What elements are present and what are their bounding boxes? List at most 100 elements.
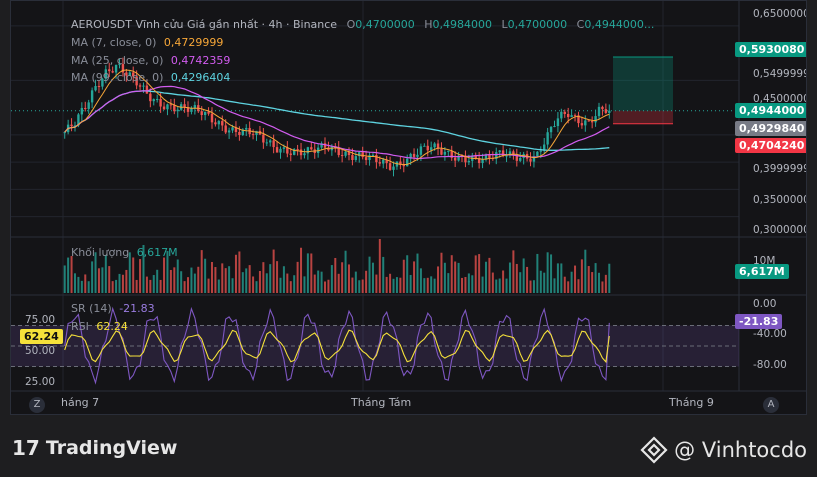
candle-body [382, 159, 385, 164]
candle-body [443, 151, 447, 155]
volume-bar [426, 277, 429, 293]
ohlc-l-value: 0,4700000 [507, 18, 568, 31]
candle-body [549, 126, 553, 133]
candle-body [296, 149, 299, 151]
candle-body [265, 142, 268, 144]
candle-body [354, 156, 358, 161]
volume-bar [461, 277, 464, 293]
volume-bar [437, 266, 440, 293]
volume-bar [313, 274, 316, 293]
volume-bar [334, 257, 337, 293]
chart-area[interactable]: AEROUSDT Vĩnh cửu Giá gần nhất · 4h · Bi… [10, 0, 807, 415]
volume-bar [207, 278, 210, 293]
rsi-tick: 25.00 [25, 376, 56, 388]
entry-price-label: 0,4929840 [735, 121, 806, 136]
volume-bar [440, 252, 443, 293]
volume-bar [484, 261, 487, 293]
volume-bar [63, 265, 66, 293]
volume-bar [173, 267, 176, 293]
candle-body [207, 111, 210, 114]
volume-bar [515, 263, 518, 293]
candle-body [498, 150, 501, 153]
candle-body [231, 127, 234, 131]
candle-body [340, 155, 344, 157]
tradingview-logo[interactable]: 17 TradingView [12, 436, 177, 460]
volume-bar [108, 266, 111, 293]
volume-bar [293, 275, 296, 293]
ma99-legend[interactable]: MA (99, close, 0) 0,4296404 [71, 71, 230, 84]
ma25-legend[interactable]: MA (25, close, 0) 0,4742359 [71, 54, 230, 67]
ma7-value: 0,4729999 [163, 36, 224, 49]
volume-bar [111, 281, 114, 293]
volume-bar [327, 279, 330, 293]
last-price-label: 0,4944000 [735, 103, 806, 118]
volume-bar [330, 265, 333, 293]
candle-body [536, 151, 539, 157]
volume-bar [183, 281, 186, 293]
volume-bar [337, 273, 340, 293]
candle-body [590, 121, 594, 123]
candle-body [375, 154, 378, 163]
volume-bar [279, 277, 282, 293]
volume-bar [416, 253, 419, 293]
candle-body [412, 153, 416, 157]
rsi-tick: 50.00 [25, 345, 56, 357]
volume-bar [245, 268, 248, 293]
volume-bar [567, 281, 570, 293]
candle-body [173, 105, 176, 112]
price-tick: 0,3999999 [753, 163, 807, 175]
stop-loss-zone [613, 110, 673, 124]
volume-bar [351, 277, 354, 293]
volume-bar [289, 281, 292, 293]
volume-bar [550, 254, 553, 293]
ma7-legend[interactable]: MA (7, close, 0) 0,4729999 [71, 36, 223, 49]
volume-bar [539, 270, 542, 293]
price-tick: 0,3000000 [753, 224, 807, 236]
candle-body [70, 124, 73, 127]
candle-body [217, 121, 221, 125]
candle-body [275, 147, 279, 153]
volume-label: Khối lượng [71, 246, 130, 259]
candle-body [214, 122, 217, 125]
volume-bar [135, 279, 138, 293]
volume-bar [344, 250, 347, 293]
candle-body [310, 147, 313, 150]
volume-bar [478, 254, 481, 293]
candle-body [378, 162, 382, 164]
volume-bar [180, 271, 183, 293]
candle-body [402, 164, 405, 167]
candle-body [145, 85, 149, 94]
volume-bar [358, 280, 361, 293]
candle-body [433, 143, 436, 148]
volume-bar [563, 276, 566, 293]
volume-bar [310, 253, 313, 293]
candle-body [162, 106, 166, 110]
volume-bar [532, 280, 535, 293]
wr-tick: -80.00 [753, 359, 787, 371]
volume-bar [341, 262, 344, 293]
volume-bar [495, 279, 498, 293]
volume-bar [604, 274, 607, 293]
candle-body [597, 106, 601, 117]
ma25-value: 0,4742359 [170, 54, 231, 67]
auto-scale-button[interactable]: A [763, 397, 779, 413]
rsi-legend[interactable]: RSI 62.24 [71, 320, 128, 333]
volume-bar [368, 256, 371, 293]
volume-bar [505, 278, 508, 293]
candle-body [299, 149, 303, 156]
candle-body [224, 125, 227, 133]
candle-body [97, 86, 101, 88]
volume-bar [508, 262, 511, 293]
volume-bar [163, 257, 166, 293]
candle-body [580, 123, 584, 126]
volume-legend[interactable]: Khối lượng 6,617M [71, 246, 178, 259]
zoom-button[interactable]: Z [29, 397, 45, 413]
candle-body [227, 130, 231, 133]
volume-bar [190, 267, 193, 293]
candle-body [84, 107, 87, 109]
volume-bar [406, 255, 409, 293]
volume-bar [193, 273, 196, 293]
wr-legend[interactable]: SR (14) -21.83 [71, 302, 155, 315]
volume-bar [574, 265, 577, 293]
ohlc-o-value: 0,4700000 [355, 18, 415, 31]
